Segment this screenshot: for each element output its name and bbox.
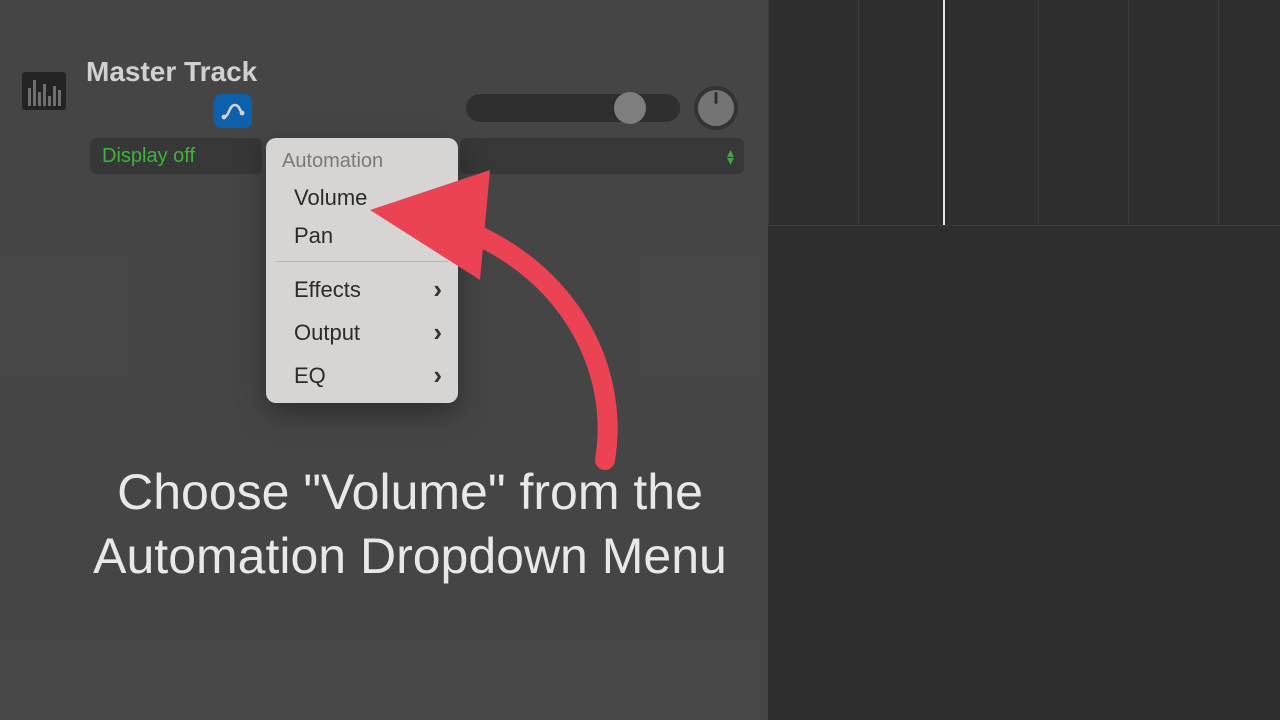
menu-header: Automation — [266, 148, 458, 179]
volume-slider-thumb[interactable] — [614, 92, 646, 124]
menu-item-output[interactable]: Output — [266, 311, 458, 354]
playhead[interactable] — [943, 0, 945, 225]
track-title: Master Track — [86, 56, 257, 88]
menu-item-pan[interactable]: Pan — [266, 217, 458, 255]
automation-toggle-button[interactable] — [214, 94, 252, 128]
automation-mode-label: Display off — [102, 145, 195, 168]
timeline-gridline — [858, 0, 859, 225]
timeline-gridline — [1128, 0, 1129, 225]
volume-slider[interactable] — [466, 94, 680, 122]
menu-separator — [276, 261, 448, 262]
timeline-gridline — [1038, 0, 1039, 225]
updown-chevron-icon: ▴▾ — [727, 148, 734, 164]
timeline-area[interactable] — [768, 0, 1280, 720]
automation-mode-dropdown[interactable]: Display off — [90, 138, 262, 174]
automation-curve-icon — [221, 99, 245, 123]
menu-item-volume[interactable]: Volume — [266, 179, 458, 217]
automation-popup-menu: Automation Volume Pan Effects Output EQ — [266, 138, 458, 403]
pan-knob-pointer — [715, 92, 718, 104]
menu-item-eq[interactable]: EQ — [266, 354, 458, 397]
menu-item-effects[interactable]: Effects — [266, 268, 458, 311]
automation-parameter-dropdown[interactable]: ▴▾ — [460, 138, 744, 174]
timeline-gridline — [768, 0, 769, 225]
pan-knob[interactable] — [694, 86, 738, 130]
mixer-icon — [22, 72, 66, 110]
timeline-gridline — [1218, 0, 1219, 225]
timeline-divider — [768, 225, 1280, 226]
